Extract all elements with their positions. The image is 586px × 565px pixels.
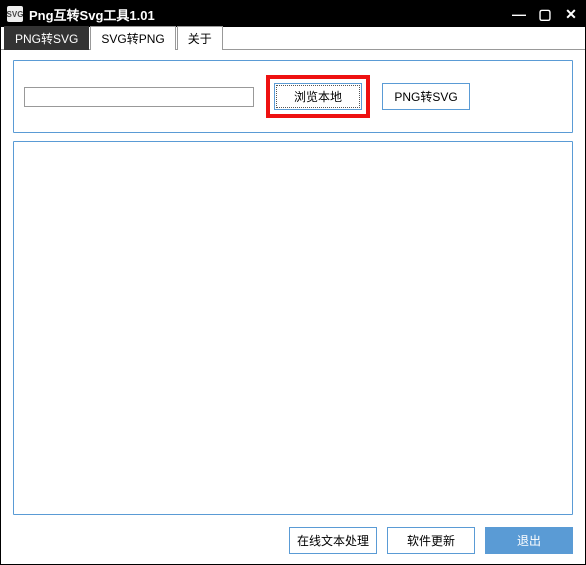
minimize-button[interactable]: — <box>511 6 527 22</box>
footer-bar: 在线文本处理 软件更新 退出 <box>13 523 573 556</box>
input-panel: 浏览本地 PNG转SVG <box>13 60 573 133</box>
preview-panel <box>13 141 573 515</box>
tab-png-to-svg[interactable]: PNG转SVG <box>4 26 89 50</box>
app-icon: SVG <box>7 6 23 22</box>
browse-highlight: 浏览本地 <box>266 75 370 118</box>
close-button[interactable]: ✕ <box>563 6 579 23</box>
app-window: SVG Png互转Svg工具1.01 — ▢ ✕ PNG转SVG SVG转PNG… <box>0 0 586 565</box>
tab-svg-to-png[interactable]: SVG转PNG <box>90 26 175 50</box>
window-controls: — ▢ ✕ <box>511 6 579 23</box>
exit-button[interactable]: 退出 <box>485 527 573 554</box>
browse-button[interactable]: 浏览本地 <box>274 83 362 110</box>
titlebar: SVG Png互转Svg工具1.01 — ▢ ✕ <box>1 1 585 27</box>
online-text-button[interactable]: 在线文本处理 <box>289 527 377 554</box>
maximize-button[interactable]: ▢ <box>537 6 553 23</box>
window-title: Png互转Svg工具1.01 <box>29 5 511 24</box>
tab-bar: PNG转SVG SVG转PNG 关于 <box>1 27 585 50</box>
software-update-button[interactable]: 软件更新 <box>387 527 475 554</box>
file-path-input[interactable] <box>24 87 254 107</box>
tab-about[interactable]: 关于 <box>177 26 223 50</box>
convert-button[interactable]: PNG转SVG <box>382 83 470 110</box>
content-area: 浏览本地 PNG转SVG 在线文本处理 软件更新 退出 <box>1 50 585 564</box>
